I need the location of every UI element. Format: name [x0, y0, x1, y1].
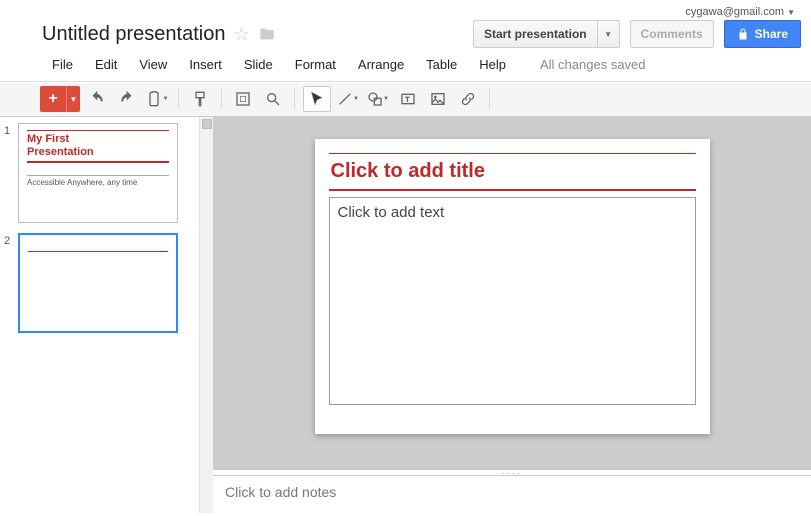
menu-view[interactable]: View — [129, 54, 177, 75]
thumb-subtitle: Accessible Anywhere, any time — [27, 175, 169, 187]
fit-button[interactable] — [230, 87, 256, 111]
scroll-up-button[interactable] — [202, 119, 212, 129]
slide-number: 1 — [4, 123, 14, 223]
menu-file[interactable]: File — [42, 54, 83, 75]
toolbar: + ▼ ▼ ▼ ▼ T — [0, 81, 811, 117]
share-button[interactable]: Share — [724, 20, 801, 48]
slide-canvas[interactable]: Click to add title Click to add text — [315, 139, 710, 434]
redo-button[interactable] — [114, 87, 140, 111]
thumb-line — [28, 251, 168, 252]
format-paint-button[interactable] — [187, 87, 213, 111]
speaker-notes-input[interactable]: Click to add notes — [213, 475, 811, 513]
separator — [221, 88, 222, 110]
zoom-button[interactable] — [260, 87, 286, 111]
account-email[interactable]: cygawa@gmail.com ▼ — [10, 6, 801, 18]
slide-title-input[interactable]: Click to add title — [329, 153, 696, 191]
paste-button[interactable]: ▼ — [144, 87, 170, 111]
sidebar-scrollbar[interactable] — [200, 117, 213, 513]
new-slide-button[interactable]: + ▼ — [40, 86, 80, 112]
menu-edit[interactable]: Edit — [85, 54, 127, 75]
plus-icon: + — [40, 90, 66, 108]
svg-text:T: T — [405, 97, 409, 104]
undo-button[interactable] — [84, 87, 110, 111]
link-tool[interactable] — [455, 87, 481, 111]
menu-help[interactable]: Help — [469, 54, 516, 75]
slide-number: 2 — [4, 233, 14, 333]
line-tool[interactable]: ▼ — [335, 87, 361, 111]
separator — [489, 88, 490, 110]
slide-sidebar: 1 My First Presentation Accessible Anywh… — [0, 117, 200, 513]
doc-title[interactable]: Untitled presentation — [42, 23, 225, 46]
start-presentation-group[interactable]: Start presentation ▼ — [473, 20, 620, 48]
start-presentation-button[interactable]: Start presentation — [473, 20, 598, 48]
new-slide-dropdown[interactable]: ▼ — [66, 86, 80, 112]
save-status: All changes saved — [518, 57, 646, 72]
comments-button[interactable]: Comments — [630, 20, 714, 48]
textbox-tool[interactable]: T — [395, 87, 421, 111]
separator — [178, 88, 179, 110]
folder-icon[interactable] — [258, 26, 276, 42]
thumb-title: My First Presentation — [27, 130, 169, 163]
select-tool[interactable] — [304, 87, 330, 111]
separator — [294, 88, 295, 110]
slide-body-input[interactable]: Click to add text — [329, 197, 696, 405]
menu-slide[interactable]: Slide — [234, 54, 283, 75]
lock-icon — [737, 28, 749, 40]
menu-insert[interactable]: Insert — [179, 54, 232, 75]
start-presentation-dropdown[interactable]: ▼ — [598, 20, 620, 48]
slide-thumbnail-1[interactable]: My First Presentation Accessible Anywher… — [18, 123, 178, 223]
image-tool[interactable] — [425, 87, 451, 111]
shape-tool[interactable]: ▼ — [365, 87, 391, 111]
menu-format[interactable]: Format — [285, 54, 346, 75]
menu-table[interactable]: Table — [416, 54, 467, 75]
slide-thumbnail-2[interactable] — [18, 233, 178, 333]
menu-arrange[interactable]: Arrange — [348, 54, 414, 75]
star-icon[interactable]: ☆ — [233, 24, 249, 45]
